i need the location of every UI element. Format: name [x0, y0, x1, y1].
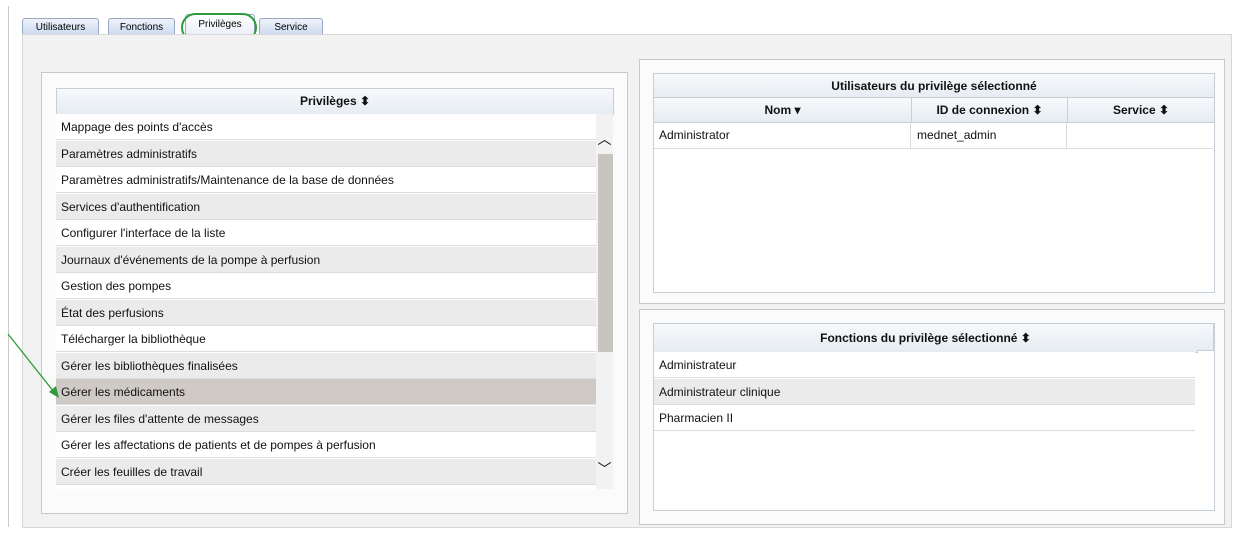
tab-content: Privilèges ⬍ Mappage des points d'accès P…: [22, 34, 1232, 528]
list-item[interactable]: État des perfusions: [56, 299, 596, 326]
roles-grid: Fonctions du privilège sélectionné ⬍ Adm…: [653, 323, 1215, 511]
users-col-service-label: Service ⬍: [1112, 103, 1170, 117]
list-item[interactable]: Configurer l'interface de la liste: [56, 220, 596, 246]
privileges-list: Mappage des points d'accès Paramètres adm…: [56, 114, 596, 489]
list-item[interactable]: Administrateur clinique: [654, 378, 1195, 405]
users-col-login[interactable]: ID de connexion ⬍: [911, 97, 1068, 123]
privileges-column-header[interactable]: Privilèges ⬍: [56, 88, 614, 115]
users-grid-title-label: Utilisateurs du privilège sélectionné: [831, 79, 1037, 93]
roles-header-filler: [1197, 323, 1214, 351]
users-col-nom[interactable]: Nom ▾: [653, 97, 912, 123]
list-item[interactable]: Gérer les files d'attente de messages: [56, 405, 596, 432]
users-col-service[interactable]: Service ⬍: [1067, 97, 1215, 123]
user-nom-cell: Administrator: [659, 128, 730, 142]
list-item[interactable]: Mappage des points d'accès: [56, 114, 596, 140]
roles-grid-title-label: Fonctions du privilège sélectionné ⬍: [820, 331, 1031, 345]
users-grid-title: Utilisateurs du privilège sélectionné: [653, 73, 1215, 99]
list-item[interactable]: Paramètres administratifs/Maintenance de…: [56, 167, 596, 193]
privileges-panel: Privilèges ⬍ Mappage des points d'accès P…: [41, 72, 628, 514]
list-item[interactable]: Gérer les affectations de patients et de…: [56, 432, 596, 458]
privileges-scrollbar[interactable]: ︿ ﹀: [596, 114, 613, 489]
users-col-login-label: ID de connexion ⬍: [936, 103, 1043, 117]
list-item[interactable]: Paramètres administratifs: [56, 140, 596, 167]
privileges-header-label: Privilèges ⬍: [299, 94, 371, 108]
roles-of-privilege-panel: Fonctions du privilège sélectionné ⬍ Adm…: [639, 309, 1225, 525]
list-item[interactable]: Télécharger la bibliothèque: [56, 326, 596, 352]
scroll-up-icon[interactable]: ︿: [596, 132, 613, 146]
cell-divider: [910, 122, 911, 148]
users-grid: Utilisateurs du privilège sélectionné No…: [653, 73, 1215, 293]
list-item[interactable]: Gérer les médicaments: [56, 379, 596, 405]
users-of-privilege-panel: Utilisateurs du privilège sélectionné No…: [639, 59, 1225, 304]
list-item[interactable]: Gérer les bibliothèques finalisées: [56, 352, 596, 379]
list-item[interactable]: Gestion des pompes: [56, 273, 596, 299]
scroll-down-icon[interactable]: ﹀: [596, 462, 613, 476]
cell-divider: [1066, 122, 1067, 148]
list-item[interactable]: Services d'authentification: [56, 193, 596, 220]
list-item-partial[interactable]: [56, 485, 596, 489]
list-item[interactable]: Administrateur: [654, 352, 1195, 378]
arrow-annotation-icon: [7, 333, 59, 398]
list-item[interactable]: Journaux d'événements de la pompe à perf…: [56, 246, 596, 273]
user-login-cell: mednet_admin: [917, 128, 997, 142]
table-row[interactable]: Administrator mednet_admin: [654, 122, 1213, 149]
list-item[interactable]: Pharmacien II: [654, 405, 1195, 431]
list-item[interactable]: Créer les feuilles de travail: [56, 458, 596, 485]
scroll-thumb[interactable]: [598, 154, 613, 352]
roles-grid-header[interactable]: Fonctions du privilège sélectionné ⬍: [653, 323, 1198, 353]
users-col-nom-label: Nom ▾: [764, 103, 801, 117]
